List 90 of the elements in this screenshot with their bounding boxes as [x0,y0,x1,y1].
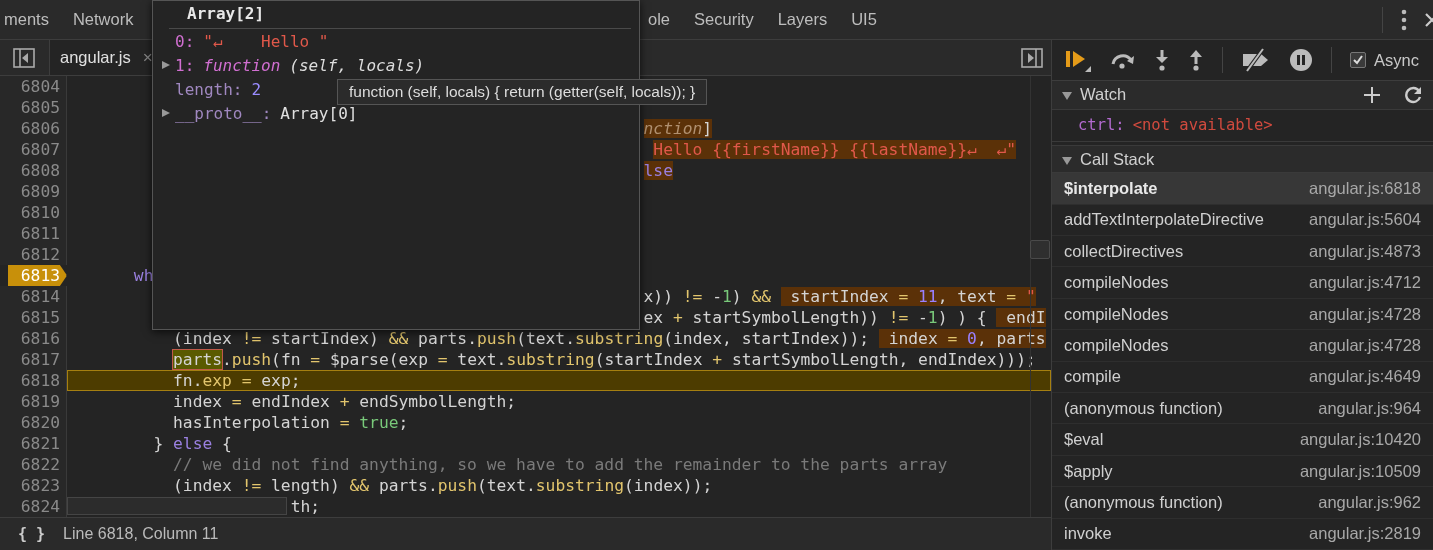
line-number: 6810 [0,202,67,223]
async-label: Async [1374,50,1419,70]
property-value: 2 [251,79,262,99]
line-number: 6807 [0,139,67,160]
code-line: th; [290,497,321,516]
call-frame[interactable]: invoke angular.js:2819 [1052,518,1433,550]
call-frame[interactable]: $eval angular.js:10420 [1052,424,1433,456]
refresh-icon[interactable] [1405,85,1423,104]
line-number: 6805 [0,97,67,118]
close-tab-button[interactable]: × [142,47,153,68]
property-value: function [203,55,281,75]
inline-value: startIndex = 11, text = " [780,287,1036,306]
line-number: 6821 [0,433,67,454]
call-frame[interactable]: compileNodes angular.js:4728 [1052,330,1433,362]
code-line: ex + startSymbolLength)) != -1) ) { [643,308,988,327]
property-key: 1: [175,55,195,75]
tooltip: function (self, locals) { return (getter(self, locals)); } [337,79,708,105]
line-number: 6804 [0,76,67,97]
debugger-toggle-icon[interactable] [1021,47,1043,68]
function-signature: (self, locals) [289,55,425,75]
panel-tab[interactable]: ole [636,10,683,29]
property-key: __proto__: [175,103,272,123]
code-line: fn.exp = exp; [173,371,301,390]
step-out-icon[interactable] [1188,49,1204,72]
expand-triangle-icon[interactable] [1062,156,1072,165]
code-line: hasInterpolation = true; [173,413,409,432]
async-checkbox[interactable] [1350,52,1366,69]
line-number: 6808 [0,160,67,181]
property-value: Array[0] [280,103,358,123]
scrollbar-thumb[interactable] [1030,240,1050,259]
expand-arrow-icon[interactable] [161,61,171,69]
code-line: (index != startIndex) && parts.push(text.substring(index, startIndex)); [173,329,871,348]
code-line: } else { [153,434,232,453]
call-frame[interactable]: $apply angular.js:10509 [1052,455,1433,488]
line-number: 6812 [0,244,67,265]
pretty-print-button[interactable]: { } [18,525,46,543]
watch-value: <not available> [1132,116,1273,135]
line-number: 6809 [0,181,67,202]
line-number: 6823 [0,475,67,496]
inline-value: lse [643,161,673,180]
watch-expression: ctrl: [1078,116,1125,135]
line-number: 6818 [0,370,67,391]
inline-value: Hello {{firstName}} {{lastName}}↵ ↵" [653,140,1016,159]
inline-value: endI [996,308,1046,327]
inline-value: nction] [643,119,713,138]
expand-triangle-icon[interactable] [1062,92,1072,101]
property-value: "↵ Hello " [203,31,329,51]
step-into-icon[interactable] [1154,49,1170,72]
section-header[interactable]: Call Stack [1052,144,1433,174]
code-line: index = endIndex + endSymbolLength; [173,392,517,411]
call-frame[interactable]: compileNodes angular.js:4712 [1052,267,1433,299]
pause-icon[interactable] [1289,48,1313,73]
call-frame[interactable]: collectDirectives angular.js:4873 [1052,236,1433,268]
line-number: 6819 [0,391,67,412]
expand-arrow-icon[interactable] [161,109,171,117]
resume-icon[interactable] [1064,48,1092,73]
property-key: length: [175,79,243,99]
call-frame[interactable]: (anonymous function) angular.js:962 [1052,487,1433,519]
call-frame[interactable]: $interpolate angular.js:6818 [1052,173,1433,205]
add-icon[interactable] [1363,85,1381,104]
panel-tab[interactable]: Security [682,10,766,29]
line-number: 6816 [0,328,67,349]
panel-tab[interactable]: UI5 [839,10,889,29]
line-number: 6806 [0,118,67,139]
sidebar-toggle-icon[interactable] [13,47,35,68]
panel-tab[interactable]: Network [60,10,146,29]
call-frame[interactable]: (anonymous function) angular.js:964 [1052,393,1433,425]
code-line: x)) != -1) && [643,287,772,306]
popover-title: Array[2] [187,4,265,23]
line-number: 6822 [0,454,67,475]
section-header[interactable]: Watch [1052,81,1433,110]
code-line: // we did not find anything, so we have to add the remainder to the parts array [173,455,948,474]
line-number: 6817 [0,349,67,370]
property-key: 0: [175,31,195,51]
more-menu-icon[interactable] [1401,8,1407,31]
panel-tab[interactable]: ments [0,10,61,29]
line-number: 6811 [0,223,67,244]
cursor-position: Line 6818, Column 11 [63,525,219,543]
code-line: parts.push(fn = $parse(exp = text.substring(startIndex + startSymbolLength, endIndex))); [173,350,1036,369]
call-frame[interactable]: compile angular.js:4649 [1052,361,1433,394]
line-number: 6814 [0,286,67,307]
line-number: 6820 [0,412,67,433]
call-frame[interactable]: compileNodes angular.js:4728 [1052,298,1433,331]
scrollbar-thumb[interactable] [67,497,287,515]
code-line: wh [133,266,154,285]
call-frame[interactable]: addTextInterpolateDirective angular.js:5604 [1052,204,1433,237]
line-number: 6815 [0,307,67,328]
panel-tab[interactable]: Layers [765,10,840,29]
code-line: (index != length) && parts.push(text.substring(index)); [173,476,713,495]
line-number: 6824 [0,496,67,517]
